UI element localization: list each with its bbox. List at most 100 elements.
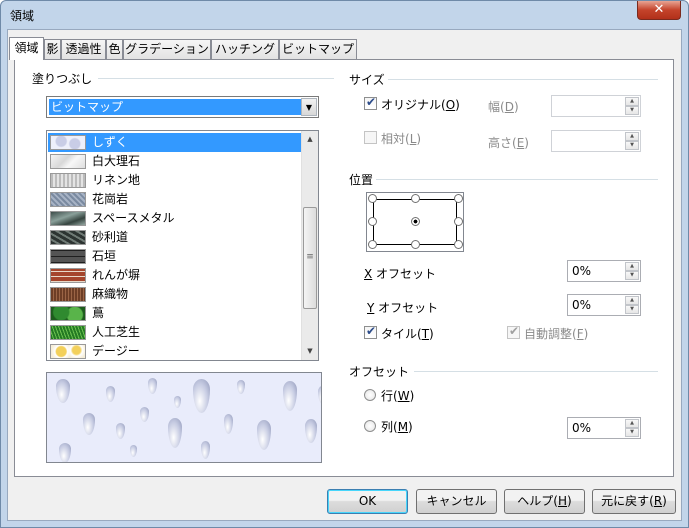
list-item[interactable]: れんが塀	[48, 266, 301, 285]
column-label: 列(M)	[381, 420, 413, 434]
y-offset-label: Y オフセット	[367, 301, 439, 315]
list-item[interactable]: 石垣	[48, 247, 301, 266]
original-checkbox[interactable]: ✔	[364, 95, 377, 110]
cancel-button[interactable]: キャンセル	[416, 489, 497, 514]
position-group-line	[376, 179, 658, 180]
offset-group-line	[414, 371, 658, 372]
row-radio[interactable]	[364, 389, 376, 401]
list-item-label: 石垣	[92, 249, 117, 263]
width-spinner[interactable]: ▲ ▼	[625, 97, 639, 115]
position-selector[interactable]	[366, 192, 464, 252]
position-center[interactable]	[411, 217, 420, 226]
bitmap-preview	[46, 372, 322, 463]
scroll-down-icon[interactable]: ▼	[302, 343, 318, 360]
swatch-burlap	[50, 287, 86, 302]
checkmark-icon: ✔	[366, 324, 377, 338]
list-item[interactable]: 白大理石	[48, 152, 301, 171]
x-offset-spinner[interactable]: ▲ ▼	[625, 262, 639, 280]
list-item-label: 人工芝生	[92, 325, 141, 339]
swatch-granite	[50, 192, 86, 207]
list-item-label: れんが塀	[92, 268, 141, 282]
list-item[interactable]: リネン地	[48, 171, 301, 190]
tile-label: タイル(T)	[381, 327, 434, 341]
position-bottom[interactable]	[411, 240, 420, 249]
swatch-linen	[50, 173, 86, 188]
list-item-label: 花崗岩	[92, 192, 129, 206]
window-title: 領域	[10, 9, 35, 23]
height-field[interactable]: ▲ ▼	[551, 130, 641, 152]
height-spinner[interactable]: ▲ ▼	[625, 132, 639, 150]
fill-group-label: 塗りつぶし	[32, 72, 93, 86]
list-item-label: 砂利道	[92, 230, 129, 244]
y-offset-field[interactable]: 0% ▲ ▼	[567, 294, 641, 316]
list-item-label: しずく	[92, 135, 128, 149]
tab-color[interactable]: 色	[106, 39, 123, 59]
offset-group-label: オフセット	[349, 365, 410, 379]
tab-hatching[interactable]: ハッチング	[211, 39, 279, 59]
help-button[interactable]: ヘルプ(H)	[504, 489, 585, 514]
swatch-ivy	[50, 306, 86, 321]
close-icon: ✕	[653, 2, 665, 17]
relative-label: 相対(L)	[381, 132, 422, 146]
list-item[interactable]: 人工芝生	[48, 323, 301, 342]
position-group-label: 位置	[349, 173, 374, 187]
list-item-label: 蔦	[92, 306, 105, 320]
tab-transparency[interactable]: 透過性	[61, 39, 106, 59]
ok-button[interactable]: OK	[327, 489, 408, 514]
x-offset-field[interactable]: 0% ▲ ▼	[567, 260, 641, 282]
offset-spinner[interactable]: ▲ ▼	[625, 419, 639, 437]
checkmark-icon: ✔	[366, 95, 377, 109]
scroll-up-icon[interactable]: ▲	[302, 131, 318, 148]
position-top-right[interactable]	[454, 194, 463, 203]
fill-type-selected: ビットマップ	[49, 99, 301, 115]
scroll-thumb[interactable]: ≡	[303, 207, 317, 309]
position-left[interactable]	[368, 217, 377, 226]
list-item[interactable]: 砂利道	[48, 228, 301, 247]
column-radio[interactable]	[364, 420, 376, 432]
swatch-daisy	[50, 344, 86, 359]
bitmap-list[interactable]: しずく 白大理石 リネン地 花崗岩 スペースメタル 砂利道 石垣 れんが塀 麻織…	[46, 130, 319, 361]
swatch-gravel	[50, 230, 86, 245]
position-bottom-right[interactable]	[454, 240, 463, 249]
offset-value-field[interactable]: 0% ▲ ▼	[567, 417, 641, 439]
tab-gradient[interactable]: グラデーション	[123, 39, 211, 59]
reset-button[interactable]: 元に戻す(R)	[592, 489, 676, 514]
list-item[interactable]: 麻織物	[48, 285, 301, 304]
list-item-label: リネン地	[92, 173, 141, 187]
swatch-space-metal	[50, 211, 86, 226]
position-bottom-left[interactable]	[368, 240, 377, 249]
checkmark-icon: ✔	[509, 324, 520, 338]
width-label: 幅(D)	[488, 100, 519, 114]
tab-bitmap[interactable]: ビットマップ	[279, 39, 357, 59]
list-item[interactable]: 花崗岩	[48, 190, 301, 209]
height-label: 高さ(E)	[488, 136, 529, 150]
list-item-label: 麻織物	[92, 287, 129, 301]
list-item-label: 白大理石	[92, 154, 141, 168]
chevron-down-icon[interactable]: ▼	[301, 98, 317, 116]
fill-group-line	[98, 78, 334, 79]
close-button[interactable]: ✕	[637, 1, 681, 20]
width-field[interactable]: ▲ ▼	[551, 95, 641, 117]
list-item[interactable]: 蔦	[48, 304, 301, 323]
list-item[interactable]: しずく	[48, 133, 301, 152]
swatch-stone-wall	[50, 249, 86, 264]
position-right[interactable]	[454, 217, 463, 226]
autofit-checkbox[interactable]: ✔	[507, 324, 520, 339]
list-item-label: スペースメタル	[92, 211, 175, 225]
relative-checkbox[interactable]	[364, 131, 377, 144]
position-top-left[interactable]	[368, 194, 377, 203]
position-top[interactable]	[411, 194, 420, 203]
list-item-label: デージー	[92, 344, 140, 358]
x-offset-label: X オフセット	[364, 267, 437, 281]
tab-area[interactable]: 領域	[9, 37, 44, 60]
swatch-brick	[50, 268, 86, 283]
swatch-drops	[50, 135, 86, 150]
title-bar[interactable]: 領域 ✕	[1, 1, 688, 29]
tile-checkbox[interactable]: ✔	[364, 324, 377, 339]
list-scrollbar[interactable]: ▲ ≡ ▼	[301, 131, 318, 360]
list-item[interactable]: デージー	[48, 342, 301, 360]
list-item[interactable]: スペースメタル	[48, 209, 301, 228]
tab-shadow[interactable]: 影	[44, 39, 61, 59]
y-offset-spinner[interactable]: ▲ ▼	[625, 296, 639, 314]
fill-type-dropdown[interactable]: ビットマップ ▼	[46, 96, 319, 118]
